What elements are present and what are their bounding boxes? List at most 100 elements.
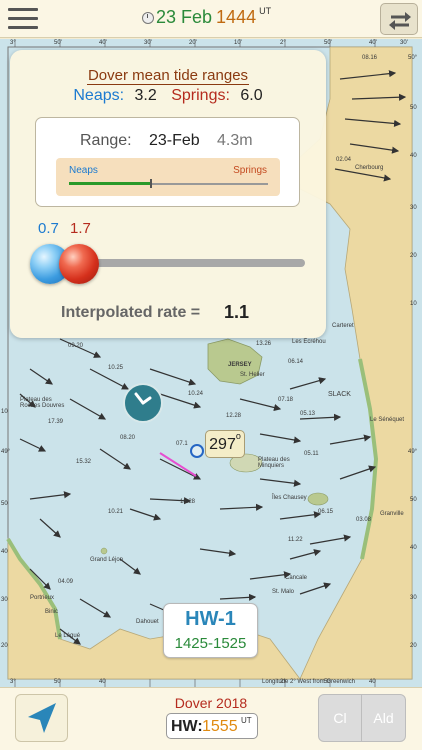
left-tick: 40 [1,549,8,555]
rate-label: 05.13 [300,411,316,417]
top-tick: 40' [369,40,377,46]
right-tick: 40 [410,153,417,159]
right-tick: 30 [410,595,417,601]
tide-range-panel: Dover mean tide ranges Neaps: 3.2 Spring… [10,50,326,338]
date-time-display[interactable]: 23 Feb 1444 UT [142,6,272,31]
segment-cl-button[interactable]: Cl [318,694,362,742]
interpolated-rate-label: Interpolated rate = [61,304,201,321]
panel-title-text: Dover mean tide ranges [86,67,250,85]
map-label-le-legue: Le Légué [55,633,81,639]
segment-cl-label: Cl [333,710,347,726]
location-marker-icon[interactable] [190,444,204,458]
hw-time: 1555 [202,718,238,735]
map-label-grand-lejon: Grand Léjon [90,557,124,563]
hw-time-suffix: UT [241,716,252,725]
rate-label: 02.04 [336,157,352,163]
left-tick: 10 [1,409,8,415]
map-label-st-helier: St. Helier [240,372,265,378]
springs-value: 6.0 [240,87,263,104]
map-label-chausey: Îles Chausey [272,495,307,501]
map-label-minquiers: Plateau des Minquiers [258,457,290,469]
map-label-binic: Binic [45,609,59,615]
sync-icon[interactable] [380,3,418,35]
heading-badge: 297o [205,430,245,458]
rate-label: 11.22 [288,537,303,543]
indicator-marker [150,179,152,188]
map-label-roches-douvres: Plateau des Roches Douvres [20,397,65,409]
mean-ranges-row: Neaps: 3.2 Springs: 6.0 [10,87,326,105]
clock-hands-icon [134,392,152,405]
bottom-tick: 40 [99,679,106,685]
rate-label: 05.11 [304,451,319,457]
rate-label: 08.16 [362,55,378,61]
map-label-carteret: Carteret [332,323,354,329]
top-tick: 3° [10,40,16,46]
springs-rate-handle[interactable] [59,244,99,284]
rate-label: 13.28 [180,499,196,505]
map-label-cherbourg: Cherbourg [355,165,384,171]
hw-offset-range: 1425-1525 [174,635,247,652]
top-tick: 30' [400,40,408,46]
left-tick: 30 [1,597,8,603]
range-box: Range: 23-Feb 4.3m Neaps Springs [35,117,300,207]
range-value: 4.3m [217,132,253,149]
rate-label: 10.25 [108,365,124,371]
rate-label: 15.32 [76,459,92,465]
segment-ald-label: Ald [373,710,394,726]
bottom-tick: 40 [369,679,376,685]
map-label-portrieux: Portrieux [30,595,55,601]
bottom-bar: Dover 2018 HW: 1555 UT Cl Ald [0,687,422,750]
right-tick: 10 [410,301,417,307]
hw-offset-card[interactable]: HW-1 1425-1525 [163,603,258,658]
neaps-value: 3.2 [134,87,157,104]
current-time: 1444 [216,7,257,27]
springs-label: Springs: [171,87,230,104]
rate-label: 04.09 [58,579,74,585]
heading-value: 297 [209,436,236,453]
menu-icon[interactable] [4,4,40,34]
map-label-jersey: JERSEY [228,362,252,368]
top-tick: 50' [54,40,62,46]
rate-label: 10.21 [108,509,124,515]
rate-label: 17.39 [48,419,64,425]
left-tick: 20 [1,643,8,649]
rate-label: 10.24 [188,391,204,397]
bar-neaps-label: Neaps [69,165,98,176]
rate-label: 07.18 [278,397,294,403]
map-label-dahouet: Dahouet [136,619,159,625]
hw-label: HW: [171,718,203,735]
hw-offset-title: HW-1 [185,608,236,630]
left-tick: 49° [1,449,11,455]
range-label: Range: [80,132,132,149]
top-tick: 30' [144,40,152,46]
rate-label: 06.14 [288,359,304,365]
top-tick: 50' [324,40,332,46]
top-tick: 10' [234,40,242,46]
rate-label: 07.1 [176,441,188,447]
right-tick: 50 [410,497,417,503]
right-tick: 20 [410,253,417,259]
springs-rate: 1.7 [70,220,91,237]
bar-springs-label: Springs [233,165,267,176]
map-label-granville: Granville [380,511,404,517]
right-tick: 40 [410,545,417,551]
neaps-label: Neaps: [73,87,125,104]
segment-ald-button[interactable]: Ald [362,694,406,742]
longitude-caption: Longitude 2° West from Greenwich [262,679,355,685]
right-tick: 50° [408,55,418,61]
bottom-tick: 3° [10,679,16,685]
neaps-rate: 0.7 [38,220,59,237]
right-tick: 20 [410,643,417,649]
rate-label: 13.26 [256,341,272,347]
tidal-clock-marker[interactable] [123,383,163,423]
time-suffix: UT [259,6,272,16]
map-label-senequet: Le Sénéquet [370,417,405,423]
bottom-tick: 50 [54,679,61,685]
left-tick: 50 [1,501,8,507]
heading-unit: o [235,431,241,441]
map-label-st-malo: St. Malo [272,589,295,595]
panel-title: Dover mean tide ranges [10,67,326,85]
top-bar: 23 Feb 1444 UT [0,0,422,38]
current-date: 23 Feb [156,7,213,27]
hw-time-box[interactable]: HW: 1555 UT [166,713,258,739]
